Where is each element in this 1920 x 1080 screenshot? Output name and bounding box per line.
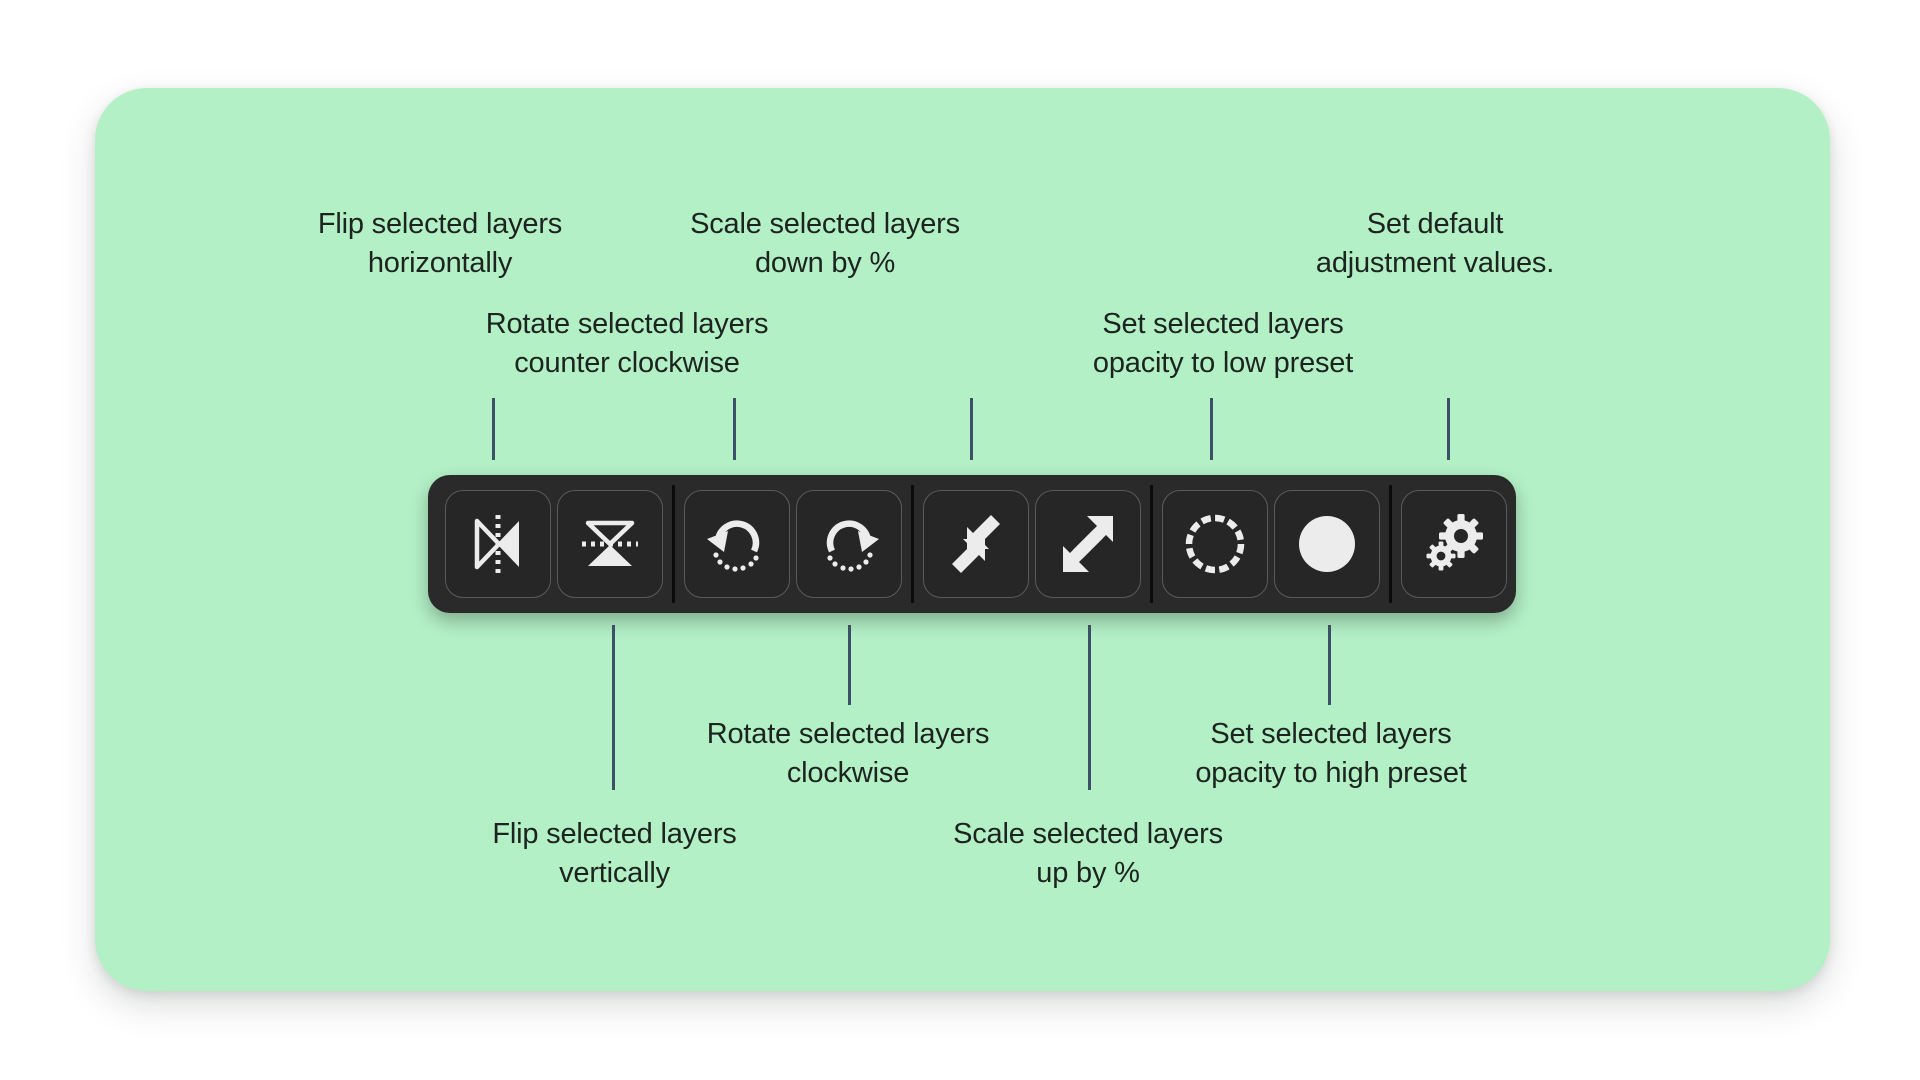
rotate-counter-clockwise-button[interactable] bbox=[684, 490, 790, 598]
gears-icon bbox=[1421, 511, 1487, 577]
annotation-flip-vertical-label: Flip selected layers vertically bbox=[492, 818, 737, 890]
opacity-group bbox=[1159, 490, 1383, 598]
annotation-scale-down-label: Scale selected layers down by % bbox=[690, 208, 960, 280]
leader-line-scale-up bbox=[1088, 625, 1091, 790]
scale-up-icon bbox=[1055, 511, 1121, 577]
flip-horizontal-icon bbox=[465, 511, 531, 577]
flip-vertical-button[interactable] bbox=[557, 490, 663, 598]
annotation-flip-horizontal-label: Flip selected layers horizontally bbox=[317, 208, 563, 280]
leader-line-default-adjustments bbox=[1447, 398, 1450, 460]
toolbar-divider-4 bbox=[1389, 485, 1392, 603]
annotation-opacity-high-label: Set selected layers opacity to high pres… bbox=[1195, 718, 1467, 790]
rotate-group bbox=[681, 490, 905, 598]
scale-group bbox=[920, 490, 1144, 598]
flip-horizontal-button[interactable] bbox=[445, 490, 551, 598]
leader-line-opacity-low bbox=[1210, 398, 1213, 460]
leader-line-opacity-high bbox=[1328, 625, 1331, 705]
leader-line-scale-down bbox=[970, 398, 973, 460]
rotate-counter-clockwise-icon bbox=[704, 511, 770, 577]
flip-group bbox=[442, 490, 666, 598]
leader-line-rotate-ccw bbox=[733, 398, 736, 460]
screenshot-stage: Flip selected layers horizontally Rotate… bbox=[0, 0, 1920, 1080]
opacity-high-button[interactable] bbox=[1274, 490, 1380, 598]
annotation-opacity-low-label: Set selected layers opacity to low prese… bbox=[1092, 308, 1354, 380]
scale-down-icon bbox=[943, 511, 1009, 577]
annotation-scale-up-label: Scale selected layers up by % bbox=[953, 818, 1223, 890]
annotation-rotate-ccw-label: Rotate selected layers counter clockwise bbox=[485, 308, 769, 380]
toolbar-divider-2 bbox=[911, 485, 914, 603]
default-adjustments-button[interactable] bbox=[1401, 490, 1507, 598]
filled-circle-icon bbox=[1294, 511, 1360, 577]
flip-vertical-icon bbox=[577, 511, 643, 577]
dashed-circle-icon bbox=[1182, 511, 1248, 577]
leader-line-flip-horizontal bbox=[492, 398, 495, 460]
toolbar-divider-1 bbox=[672, 485, 675, 603]
transform-toolbar[interactable] bbox=[428, 475, 1516, 613]
settings-group bbox=[1398, 490, 1510, 598]
opacity-low-button[interactable] bbox=[1162, 490, 1268, 598]
rotate-clockwise-icon bbox=[816, 511, 882, 577]
toolbar-divider-3 bbox=[1150, 485, 1153, 603]
annotation-rotate-cw-label: Rotate selected layers clockwise bbox=[706, 718, 990, 790]
leader-line-flip-vertical bbox=[612, 625, 615, 790]
annotation-default-adjustments-label: Set default adjustment values. bbox=[1315, 208, 1555, 280]
scale-down-button[interactable] bbox=[923, 490, 1029, 598]
scale-up-button[interactable] bbox=[1035, 490, 1141, 598]
rotate-clockwise-button[interactable] bbox=[796, 490, 902, 598]
leader-line-rotate-cw bbox=[848, 625, 851, 705]
